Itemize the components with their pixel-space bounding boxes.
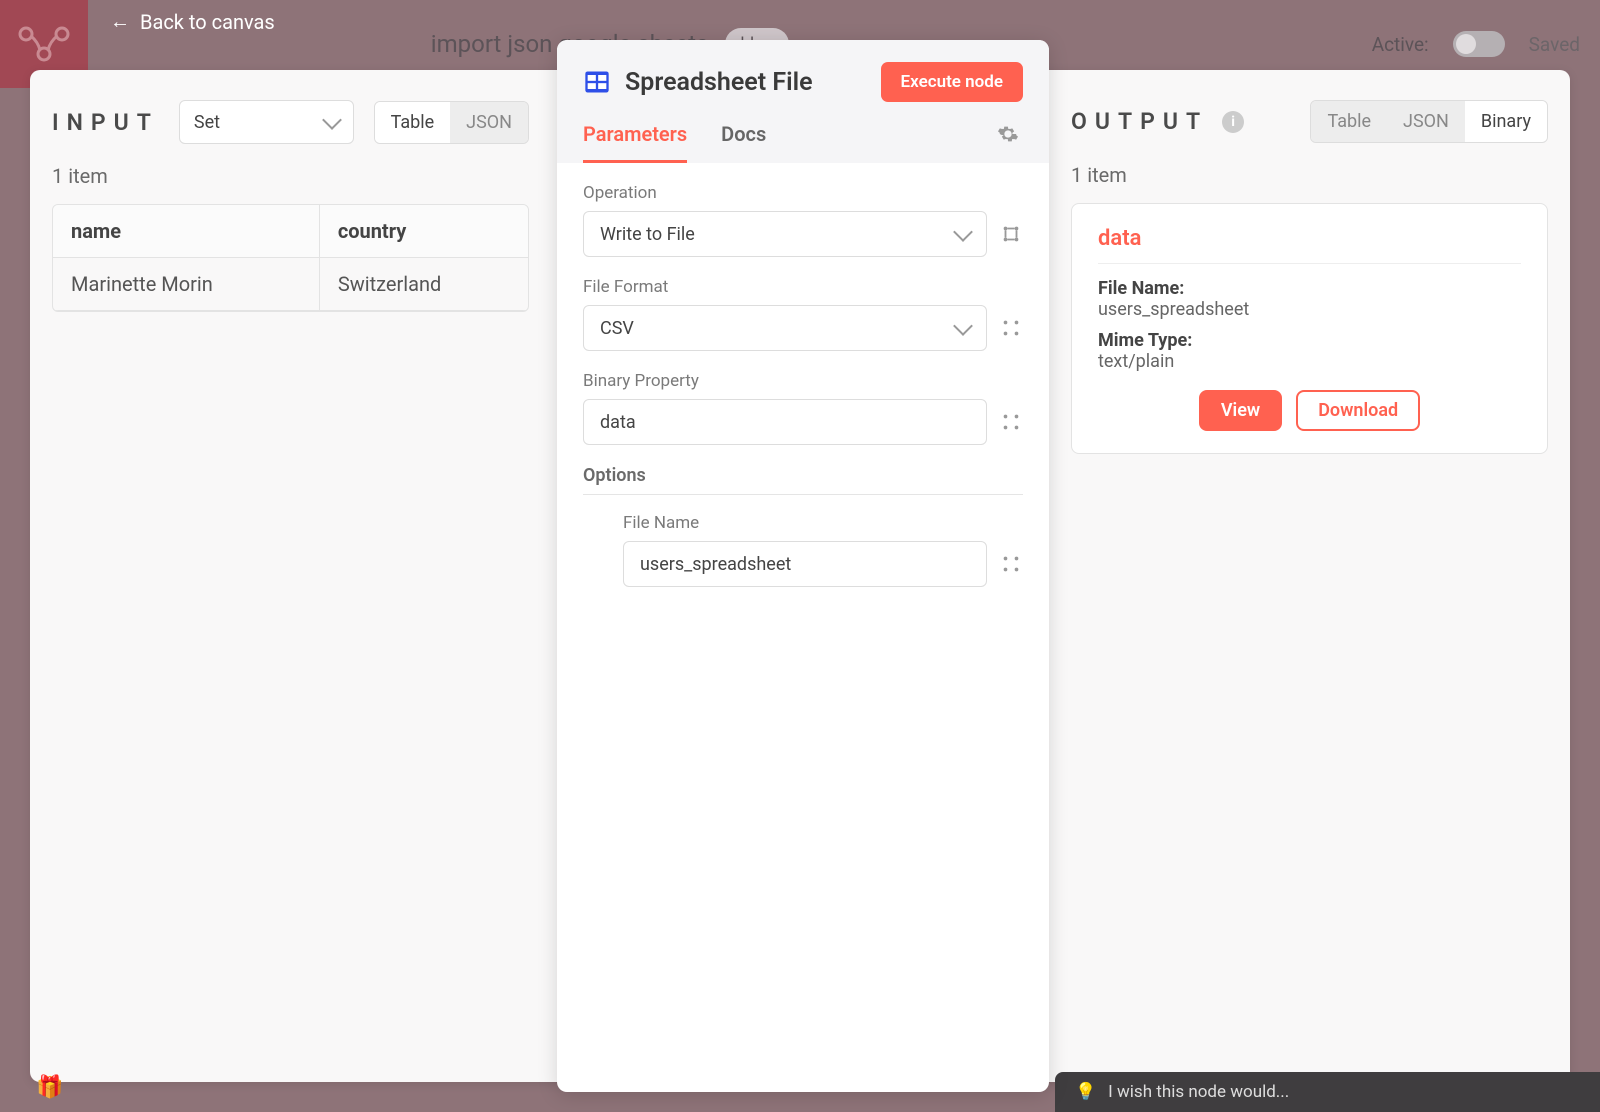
view-button[interactable]: View	[1199, 390, 1282, 431]
arrow-left-icon: ←	[110, 9, 130, 34]
input-title: INPUT	[52, 109, 159, 136]
binary-label: Binary Property	[583, 371, 1023, 391]
input-panel: INPUT Set Table JSON 1 item name country…	[30, 70, 541, 1082]
saved-status: Saved	[1529, 33, 1580, 56]
col-name: name	[53, 205, 320, 258]
active-label: Active:	[1372, 33, 1429, 56]
output-view-table[interactable]: Table	[1311, 101, 1387, 142]
mimetype-value: text/plain	[1098, 351, 1521, 372]
chevron-down-icon	[322, 110, 342, 130]
execute-node-button[interactable]: Execute node	[881, 62, 1023, 102]
spreadsheet-icon	[583, 68, 611, 96]
operation-select[interactable]: Write to File	[583, 211, 987, 257]
active-toggle[interactable]	[1453, 31, 1505, 57]
format-label: File Format	[583, 277, 1023, 297]
filename-input[interactable]	[623, 541, 987, 587]
mimetype-label: Mime Type:	[1098, 330, 1521, 351]
input-view-json[interactable]: JSON	[450, 102, 528, 143]
lightbulb-icon: 💡	[1075, 1082, 1096, 1102]
field-options-icon[interactable]	[999, 411, 1023, 433]
options-header: Options	[583, 465, 1023, 495]
binary-property-input[interactable]	[583, 399, 987, 445]
input-view-table[interactable]: Table	[375, 102, 451, 143]
output-data-card: data File Name: users_spreadsheet Mime T…	[1071, 203, 1548, 454]
feedback-bar[interactable]: 💡 I wish this node would...	[1055, 1072, 1600, 1112]
filename-value: users_spreadsheet	[1098, 299, 1521, 320]
format-select[interactable]: CSV	[583, 305, 987, 351]
field-options-icon[interactable]	[999, 223, 1023, 245]
filename-label: File Name	[623, 513, 1023, 533]
chevron-down-icon	[953, 222, 973, 242]
output-title: OUTPUT	[1071, 108, 1208, 135]
back-to-canvas-link[interactable]: ← Back to canvas	[110, 9, 275, 34]
filename-label: File Name:	[1098, 278, 1521, 299]
download-button[interactable]: Download	[1296, 390, 1420, 431]
info-icon[interactable]: i	[1222, 111, 1244, 133]
node-title: Spreadsheet File	[625, 68, 867, 97]
col-country: country	[320, 205, 528, 258]
node-settings-icon[interactable]	[997, 123, 1019, 163]
input-items-count: 1 item	[52, 164, 529, 188]
back-label: Back to canvas	[140, 10, 275, 34]
output-items-count: 1 item	[1071, 163, 1548, 187]
chevron-down-icon	[953, 316, 973, 336]
field-options-icon[interactable]	[999, 317, 1023, 339]
table-row[interactable]: Marinette Morin Switzerland	[53, 258, 528, 311]
node-config-panel: Spreadsheet File Execute node Parameters…	[557, 40, 1049, 1092]
output-view-binary[interactable]: Binary	[1465, 101, 1547, 142]
binary-key-title: data	[1098, 226, 1521, 264]
output-view-json[interactable]: JSON	[1387, 101, 1465, 142]
gift-icon[interactable]: 🎁	[36, 1075, 63, 1100]
input-table: name country Marinette Morin Switzerland	[52, 204, 529, 312]
tab-parameters[interactable]: Parameters	[583, 122, 687, 163]
field-options-icon[interactable]	[999, 553, 1023, 575]
tab-docs[interactable]: Docs	[721, 122, 766, 163]
operation-label: Operation	[583, 183, 1023, 203]
input-source-select[interactable]: Set	[179, 100, 354, 144]
